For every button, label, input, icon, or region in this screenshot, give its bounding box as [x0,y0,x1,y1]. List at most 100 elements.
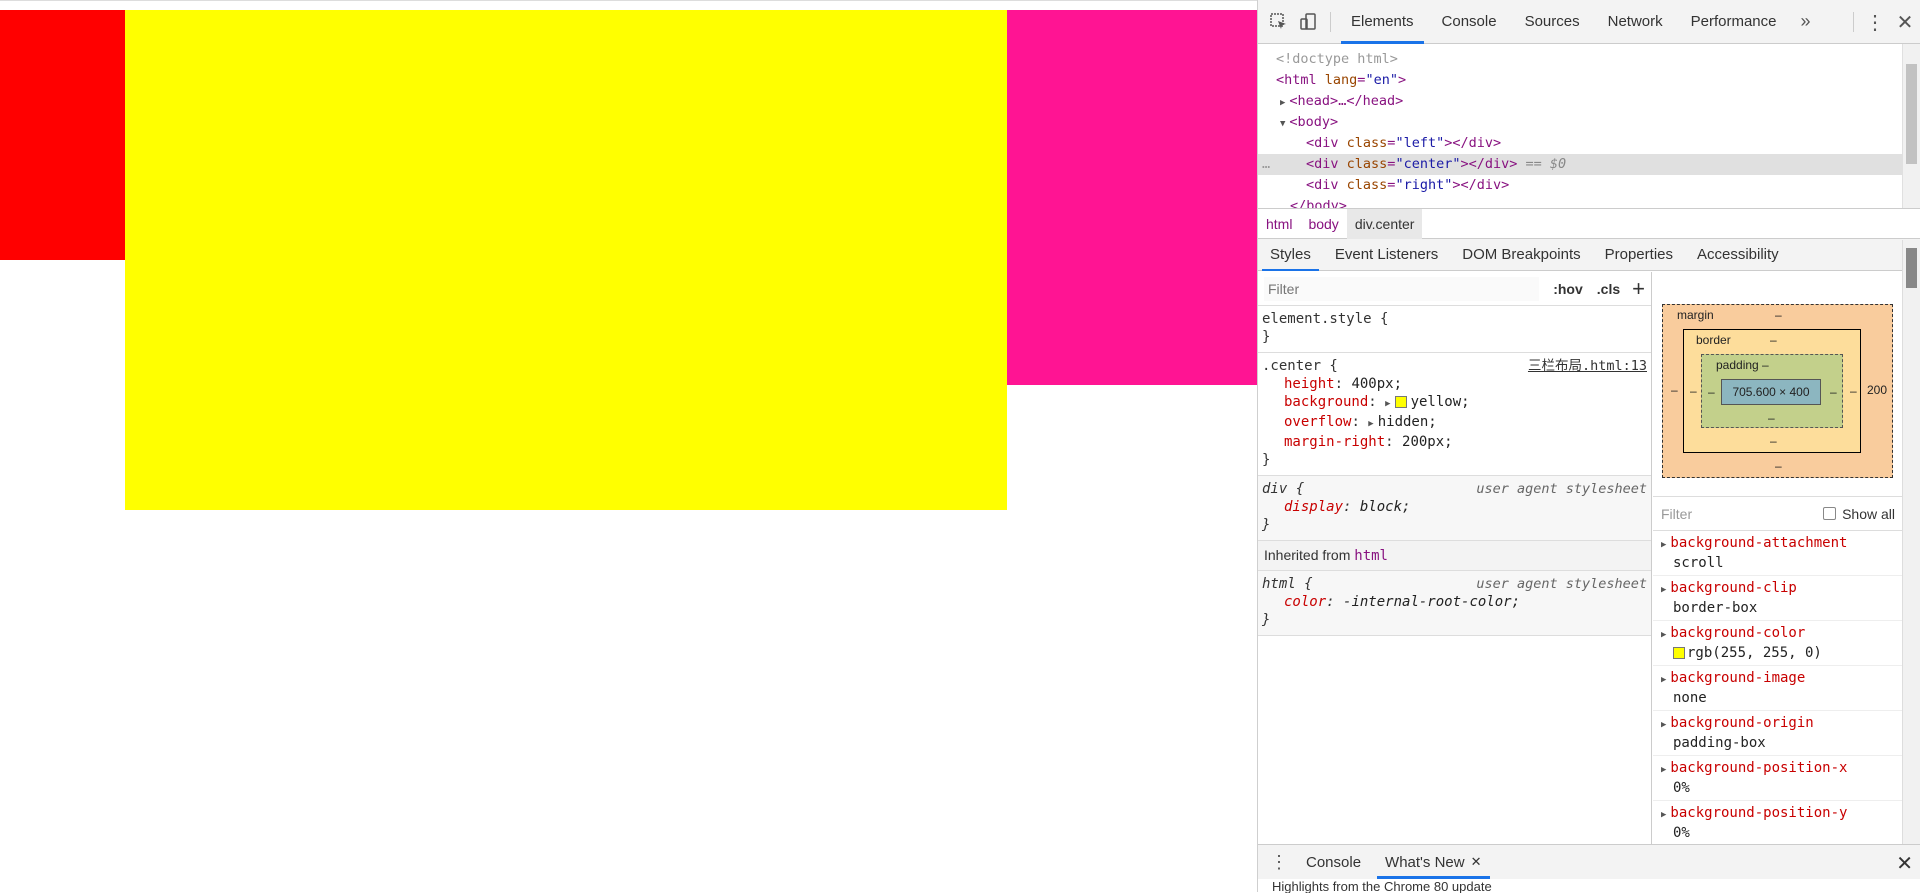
cls-button[interactable]: .cls [1597,281,1620,297]
tab-event-listeners[interactable]: Event Listeners [1323,239,1450,271]
drawer-tab-whats-new[interactable]: What's New ✕ [1373,845,1493,879]
color-swatch-icon[interactable] [1673,647,1685,659]
div-rule-header: div { user agent stylesheet [1262,480,1647,498]
center-rule-source-link[interactable]: 三栏布局.html:13 [1528,357,1647,375]
dom-node-doctype[interactable]: <!doctype html> [1258,49,1920,70]
expand-arrow-icon[interactable]: ▶ [1661,626,1666,644]
computed-filter-input[interactable]: Filter [1661,506,1823,522]
box-model-border[interactable]: border – – – – padding – – – – 705.600 ×… [1683,329,1861,453]
dom-tree-scrollbar[interactable] [1902,44,1920,208]
breadcrumb-body[interactable]: body [1300,209,1346,239]
breadcrumb-div-center[interactable]: div.center [1346,208,1423,239]
computed-prop[interactable]: ▶ background-image none [1653,666,1903,711]
tab-console[interactable]: Console [1428,0,1511,44]
prop-margin-right[interactable]: margin-right: 200px; [1262,433,1647,451]
padding-right-value: – [1830,385,1837,399]
close-devtools-icon[interactable]: ✕ [1890,7,1920,37]
center-column-box[interactable] [125,10,1007,510]
div-rule-source: user agent stylesheet [1476,481,1647,497]
expand-shorthand-icon[interactable]: ▶ [1385,395,1390,413]
computed-prop-value: 0% [1673,825,1690,841]
devtools-drawer: ⋮ Console What's New ✕ ✕ Highlights from … [1258,844,1920,893]
hov-button[interactable]: :hov [1553,281,1583,297]
show-all-checkbox[interactable] [1823,507,1837,520]
prop-margin-right-value: 200px; [1402,434,1453,450]
div-left-close: ></div> [1444,135,1502,151]
dom-node-div-left[interactable]: <div class="left"></div> [1258,133,1920,154]
dom-node-body-close[interactable]: </body> [1258,196,1920,208]
tab-properties[interactable]: Properties [1593,239,1685,271]
expand-arrow-icon[interactable]: ▶ [1661,716,1666,734]
styles-scrollbar[interactable] [1902,240,1920,844]
computed-prop[interactable]: ▶ background-position-x 0% [1653,756,1903,801]
computed-prop[interactable]: ▶ background-attachment scroll [1653,531,1903,576]
drawer-menu-icon[interactable]: ⋮ [1264,847,1294,877]
computed-prop-name: background-clip [1670,580,1797,596]
expand-shorthand-icon[interactable]: ▶ [1368,415,1373,433]
element-style-rule[interactable]: element.style { } [1258,306,1651,353]
box-model-padding[interactable]: padding – – – – 705.600 × 400 [1701,354,1843,428]
prop-display-value: block; [1359,499,1411,515]
tab-accessibility[interactable]: Accessibility [1685,239,1791,271]
tab-dom-breakpoints[interactable]: DOM Breakpoints [1450,239,1592,271]
left-column-box[interactable] [0,10,125,260]
drawer-tab-console[interactable]: Console [1294,845,1373,879]
tab-elements[interactable]: Elements [1337,0,1428,44]
tab-styles[interactable]: Styles [1258,239,1323,271]
div-left-attr: class [1346,135,1388,151]
computed-prop[interactable]: ▶ background-position-y 0% [1653,801,1903,846]
device-toolbar-icon[interactable] [1294,7,1324,37]
devtools-right-controls: ⋮ ✕ [1847,0,1920,44]
new-rule-icon[interactable]: + [1632,276,1645,302]
computed-prop-value: border-box [1673,600,1758,616]
close-tab-icon[interactable]: ✕ [1471,854,1482,870]
box-model-margin[interactable]: margin – – 200 – border – – – – padding … [1662,304,1893,478]
styles-scroll-thumb[interactable] [1906,248,1917,288]
computed-prop[interactable]: ▶ background-color rgb(255, 255, 0) [1653,621,1903,666]
kebab-menu-icon[interactable]: ⋮ [1860,7,1890,37]
dom-node-div-right[interactable]: <div class="right"></div> [1258,175,1920,196]
computed-prop[interactable]: ▶ background-origin padding-box [1653,711,1903,756]
margin-bottom-value: – [1775,459,1782,473]
center-rule[interactable]: .center { 三栏布局.html:13 height: 400px; ba… [1258,353,1651,476]
collapse-arrow-icon[interactable]: ▼ [1280,114,1285,135]
inspect-element-icon[interactable] [1264,7,1294,37]
html-open: <html [1276,72,1317,88]
dom-tree-scroll-thumb[interactable] [1906,64,1917,164]
breadcrumb-html[interactable]: html [1258,209,1300,239]
show-all-label: Show all [1842,505,1895,522]
expand-arrow-icon[interactable]: ▶ [1661,806,1666,824]
dom-node-html[interactable]: <html lang="en"> [1258,70,1920,91]
close-drawer-icon[interactable]: ✕ [1896,851,1913,876]
prop-overflow[interactable]: overflow: ▶ hidden; [1262,413,1647,433]
right-column-box[interactable] [1007,10,1257,385]
styles-filter-input[interactable] [1264,276,1540,301]
node-actions-icon[interactable]: … [1262,154,1306,175]
dom-node-head[interactable]: ▶ <head>…</head> [1258,91,1920,112]
prop-background[interactable]: background: ▶ yellow; [1262,393,1647,413]
expand-arrow-icon[interactable]: ▶ [1661,536,1666,554]
element-style-close: } [1262,329,1271,345]
dom-node-div-center[interactable]: … <div class="center"></div> == $0 [1258,154,1920,175]
prop-overflow-value: hidden; [1377,414,1437,430]
prop-height[interactable]: height: 400px; [1262,375,1647,393]
expand-arrow-icon[interactable]: ▶ [1661,581,1666,599]
color-swatch-icon[interactable] [1394,396,1407,408]
tab-performance[interactable]: Performance [1677,0,1791,44]
more-tabs-icon[interactable]: » [1791,7,1821,37]
inherited-from-link[interactable]: html [1354,548,1388,564]
div-left-open: <div [1306,135,1339,151]
expand-arrow-icon[interactable]: ▶ [1661,671,1666,689]
tab-sources[interactable]: Sources [1511,0,1594,44]
dom-tree: <!doctype html> <html lang="en"> ▶ <head>… [1258,44,1920,209]
computed-prop-name: background-attachment [1670,535,1848,551]
box-model-content[interactable]: 705.600 × 400 [1721,379,1821,405]
prop-height-name: height [1284,376,1335,392]
computed-prop-value: padding-box [1673,735,1766,751]
tab-network[interactable]: Network [1594,0,1677,44]
dom-node-body[interactable]: ▼ <body> [1258,112,1920,133]
computed-prop[interactable]: ▶ background-clip border-box [1653,576,1903,621]
expand-arrow-icon[interactable]: ▶ [1280,93,1285,114]
page-viewport [0,0,1257,892]
expand-arrow-icon[interactable]: ▶ [1661,761,1666,779]
